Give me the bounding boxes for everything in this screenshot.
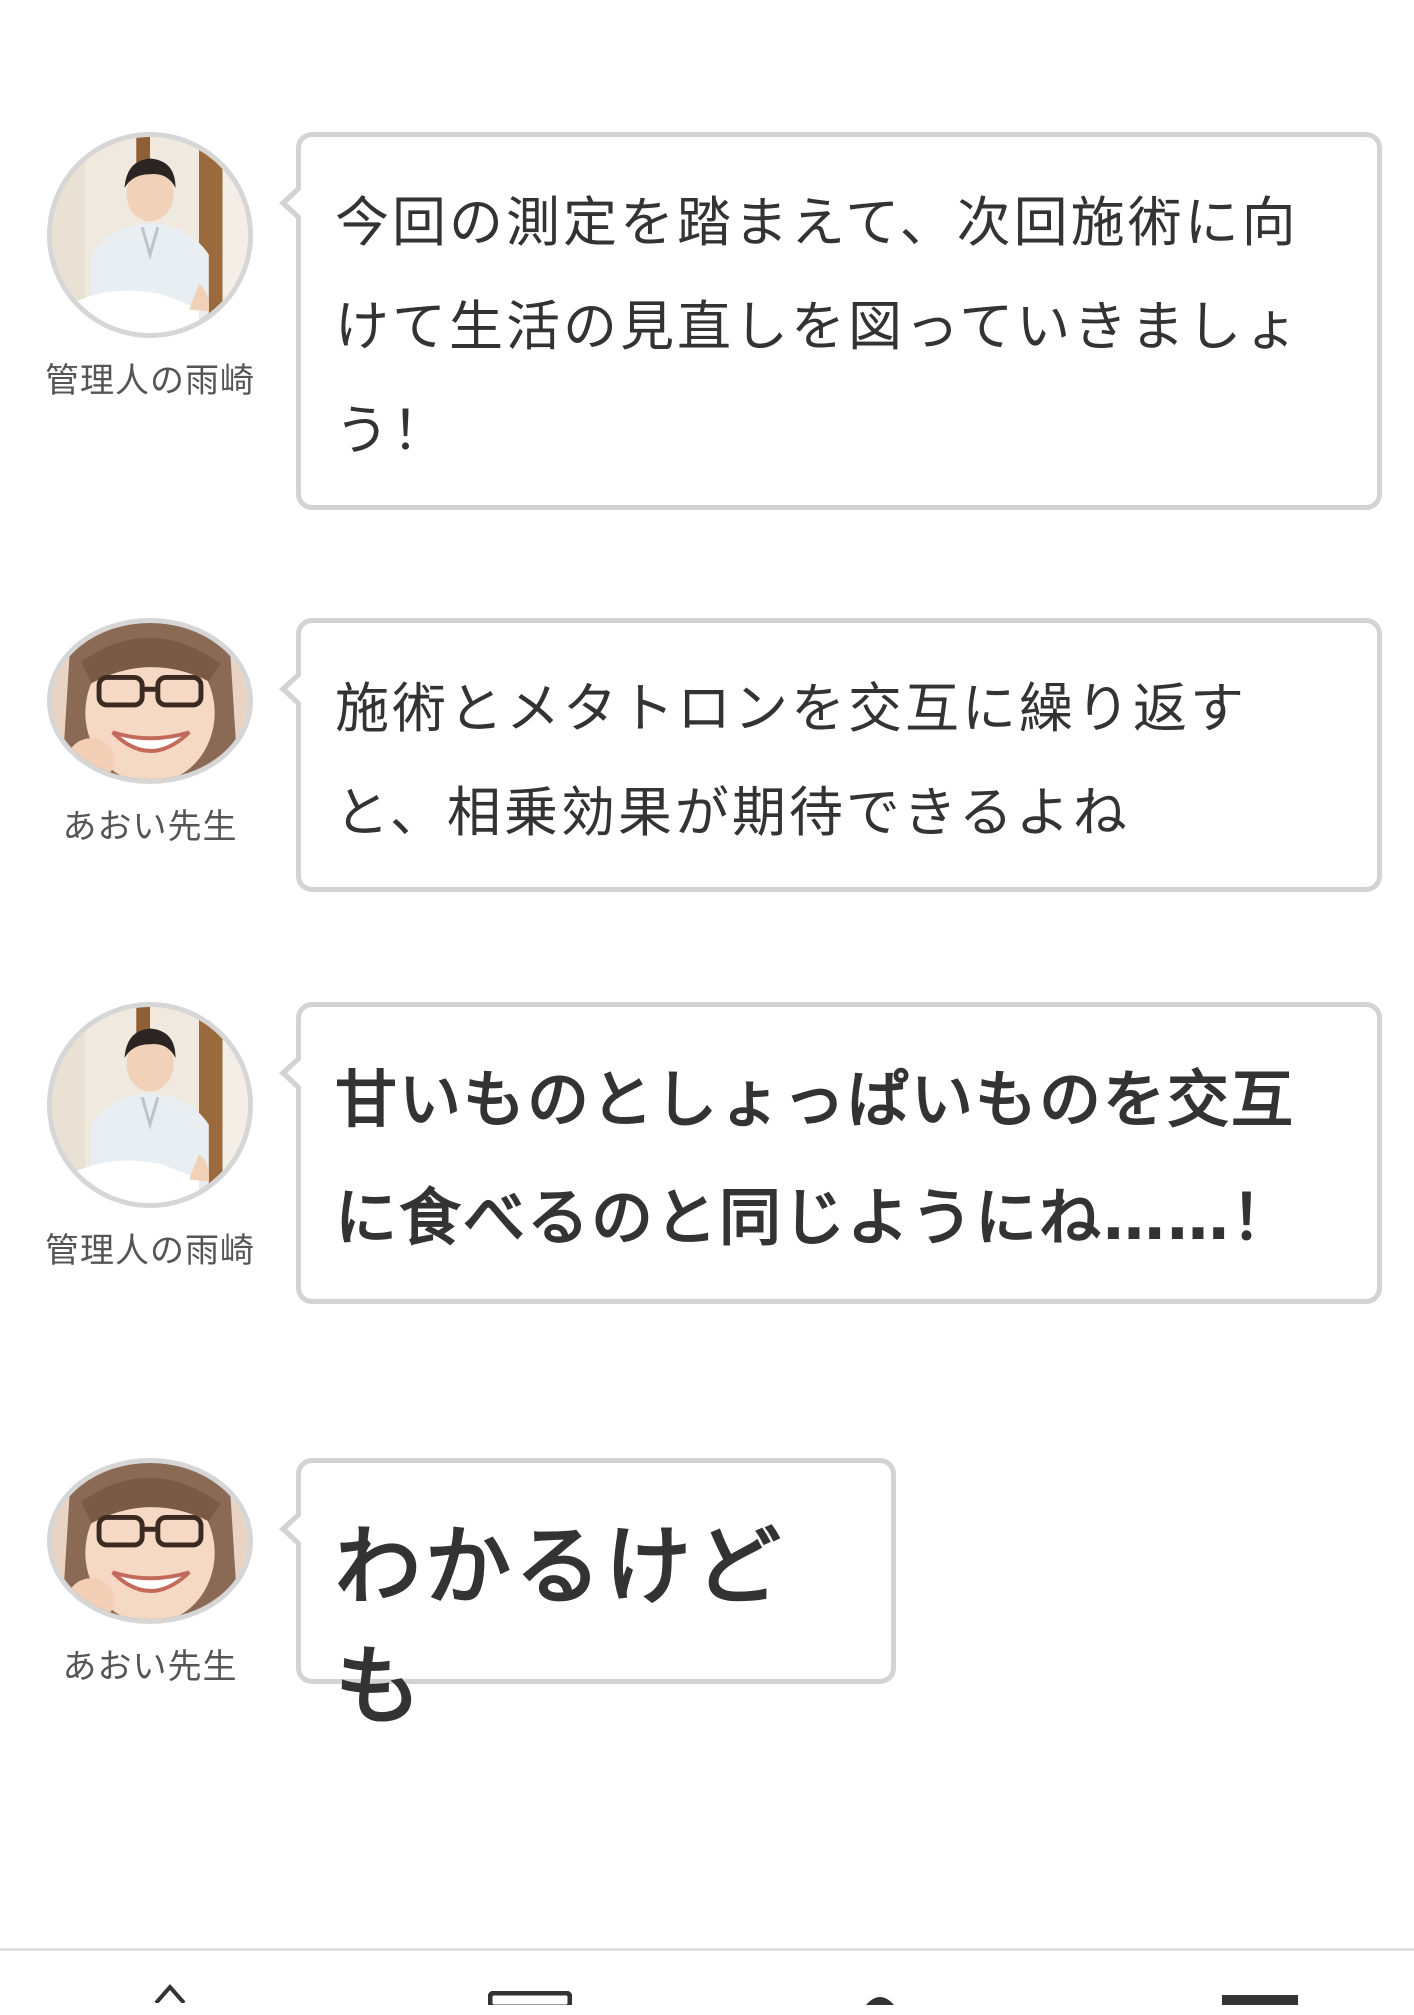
speech-bubble: 施術とメタトロンを交互に繰り返すと、相乗効果が期待できるよね [279, 618, 1382, 892]
speech-bubble: わかるけども [279, 1458, 896, 1737]
avatar[interactable] [47, 132, 253, 338]
bottom-navigation-bar [0, 1948, 1414, 2005]
message-text: 今回の測定を踏まえて、次回施術に向けて生活の見直しを図っていきましょう！ [335, 191, 1302, 462]
speaker: 管理人の雨崎 [44, 1002, 256, 1284]
message-text: 甘いものとしょっぱいものを交互に食べるのと同じようにね……！ [335, 1063, 1296, 1254]
speaker-name: あおい先生 [62, 1647, 238, 1687]
menu-icon[interactable] [1222, 1995, 1298, 2015]
avatar[interactable] [47, 1458, 253, 1624]
calendar-icon[interactable] [488, 1991, 572, 2011]
person-icon[interactable] [862, 1993, 898, 2013]
avatar[interactable] [47, 1002, 253, 1208]
speaker-name: 管理人の雨崎 [45, 1231, 255, 1271]
speaker-name: あおい先生 [62, 807, 238, 847]
home-icon[interactable] [150, 1981, 190, 2003]
smiling-woman-photo [52, 1463, 248, 1619]
message-text: わかるけども [335, 1517, 785, 1737]
male-therapist-photo [52, 1007, 248, 1203]
speaker: 管理人の雨崎 [44, 132, 256, 414]
male-therapist-photo [52, 137, 248, 333]
speaker: あおい先生 [44, 618, 256, 860]
speech-bubble: 今回の測定を踏まえて、次回施術に向けて生活の見直しを図っていきましょう！ [279, 132, 1382, 510]
avatar[interactable] [47, 618, 253, 784]
speaker: あおい先生 [44, 1458, 256, 1700]
speaker-name: 管理人の雨崎 [45, 361, 255, 401]
message-text: 施術とメタトロンを交互に繰り返すと、相乗効果が期待できるよね [335, 677, 1247, 844]
speech-bubble: 甘いものとしょっぱいものを交互に食べるのと同じようにね……！ [279, 1002, 1382, 1304]
smiling-woman-photo [52, 623, 248, 779]
